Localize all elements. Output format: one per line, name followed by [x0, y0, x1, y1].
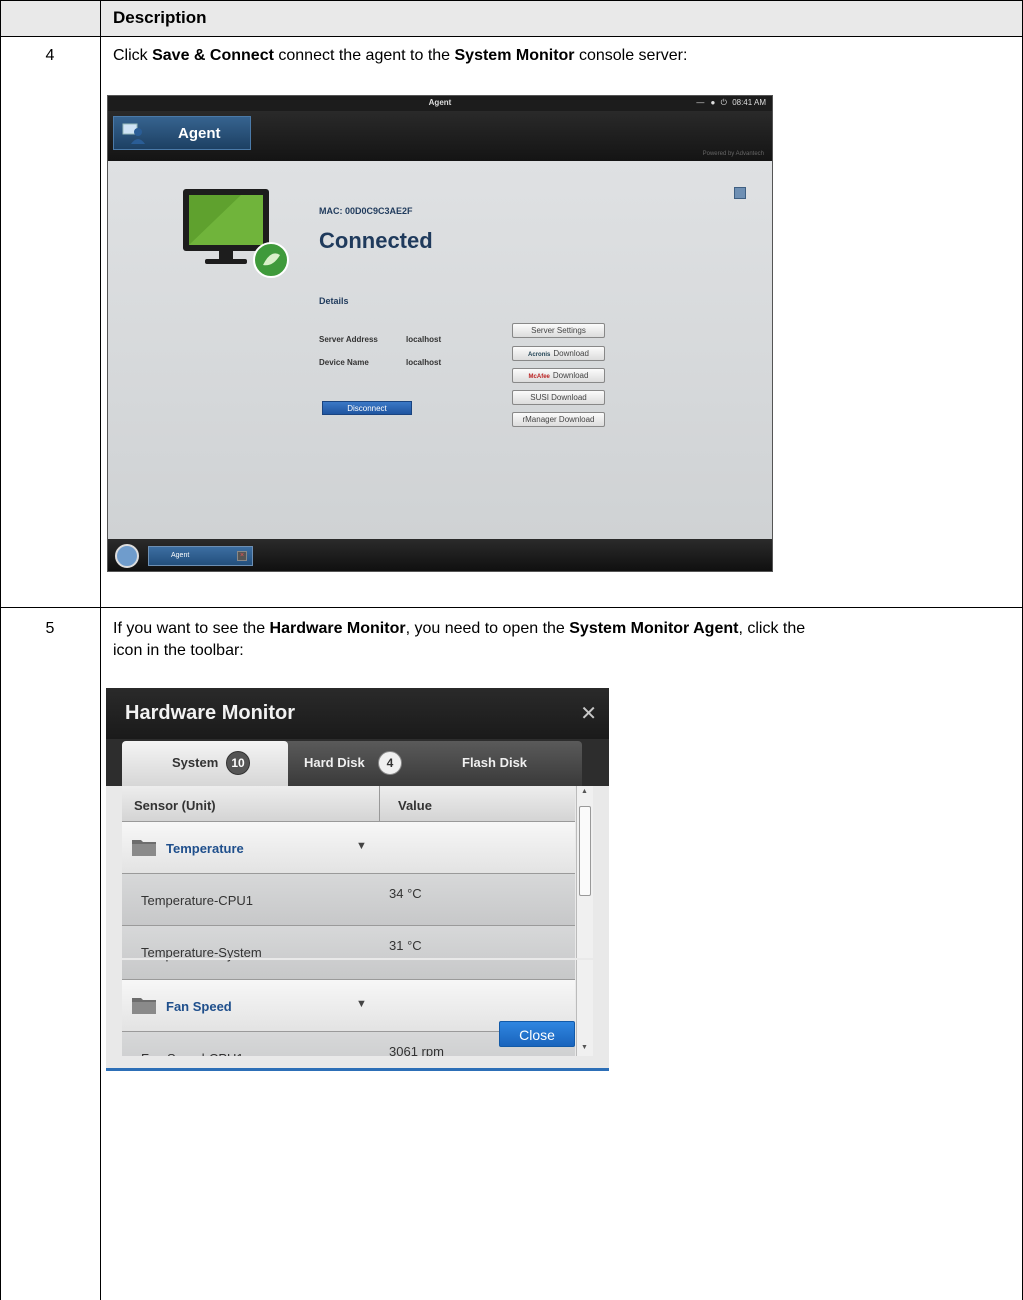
power-icon[interactable]: ⏻: [721, 98, 727, 107]
details-heading: Details: [319, 296, 349, 306]
step-5-instruction: If you want to see the Hardware Monitor,…: [113, 618, 1013, 662]
acronis-download-label: Download: [553, 349, 589, 358]
scroll-up-icon[interactable]: ▲: [581, 788, 588, 795]
tab-label: System: [172, 755, 219, 770]
minimize-icon[interactable]: —: [696, 98, 704, 107]
sensor-table-continued: Temperature-System31 °CFan Speed▼Fan Spe…: [122, 960, 575, 1066]
step-number-5: 5: [45, 620, 55, 637]
acronis-download-button[interactable]: Acronis Download: [512, 346, 605, 361]
sensor-name: Temperature-CPU1: [141, 893, 253, 908]
sensor-table: Sensor (Unit) Value Temperature ▼ Temperat…: [122, 786, 575, 958]
sensor-value: 31 °C: [389, 938, 422, 953]
mcafee-download-button[interactable]: McAfee Download: [512, 368, 605, 383]
device-name-value: localhost: [406, 358, 442, 367]
table-border-top: [0, 0, 1023, 1]
chevron-down-icon[interactable]: ▼: [356, 840, 367, 852]
table-border-left: [0, 0, 1, 1300]
scrollbar-thumb[interactable]: [579, 806, 591, 896]
folder-icon: [132, 840, 156, 856]
step-4-emphasis: System Monitor: [454, 47, 575, 64]
agent-logo-icon: [122, 123, 145, 144]
sensor-row: Temperature-System31 °C: [122, 960, 575, 980]
powered-by-text: Powered by Advantech: [702, 151, 764, 157]
step-5-text: icon in the toolbar:: [113, 642, 244, 659]
step-5-text: , click the: [738, 620, 806, 637]
sensor-row: Temperature-CPU1 34 °C: [122, 874, 575, 926]
table-column-divider: [100, 0, 101, 1300]
table-row-divider: [0, 607, 1023, 608]
mcafee-download-label: Download: [552, 371, 589, 380]
hardware-monitor-lower: Temperature-System31 °CFan Speed▼Fan Spe…: [106, 960, 609, 1070]
server-address-label: Server Address: [319, 335, 378, 344]
tab-count-badge: 10: [226, 751, 250, 775]
step-4-instruction: Click Save & Connect connect the agent t…: [113, 45, 687, 67]
step-5-emphasis: System Monitor Agent: [569, 620, 739, 637]
close-button[interactable]: Close: [499, 1021, 575, 1047]
taskbar-item-label: Agent: [171, 552, 190, 559]
folder-icon: [132, 998, 156, 1014]
sensor-table-header: Sensor (Unit) Value: [122, 786, 575, 822]
expand-icon[interactable]: [734, 187, 746, 199]
close-icon[interactable]: ✕: [580, 701, 597, 726]
mcafee-logo: McAfee: [528, 374, 550, 380]
hardware-monitor-bottom-edge: [106, 1068, 609, 1071]
device-name-label: Device Name: [319, 358, 369, 367]
server-settings-button[interactable]: Server Settings: [512, 323, 605, 338]
rmanager-download-button[interactable]: rManager Download: [512, 412, 605, 427]
agent-content: MAC: 00D0C9C3AE2F Connected Details Serv…: [108, 161, 772, 539]
connected-monitor-icon: [183, 189, 289, 278]
chat-icon[interactable]: ●: [711, 98, 716, 107]
agent-header: Agent Powered by Advantech: [108, 111, 772, 161]
chevron-down-icon[interactable]: ▼: [356, 998, 367, 1010]
step-4-emphasis: Save & Connect: [152, 47, 274, 64]
scroll-down-icon[interactable]: ▼: [581, 1044, 588, 1051]
close-icon[interactable]: ×: [237, 551, 247, 561]
agent-app-tab: Agent: [113, 116, 251, 150]
mac-address: MAC: 00D0C9C3AE2F: [319, 206, 413, 216]
sensor-row: Temperature-System 31 °C: [122, 926, 575, 958]
agent-window-title: Agent: [428, 98, 452, 107]
hardware-monitor-title-bar: Hardware Monitor ✕: [106, 688, 609, 739]
disconnect-button[interactable]: Disconnect: [322, 401, 412, 415]
susi-download-button[interactable]: SUSI Download: [512, 390, 605, 405]
step-number-4: 4: [45, 47, 55, 64]
step-4-text: console server:: [574, 47, 688, 64]
hardware-monitor-tabs: Hard Disk 4 Flash Disk System 10: [106, 739, 609, 786]
connection-status: Connected: [319, 228, 433, 253]
tab-label: Hard Disk: [304, 755, 365, 770]
tab-label: Flash Disk: [462, 755, 528, 770]
column-header-value[interactable]: Value: [398, 798, 432, 813]
server-address-value: localhost: [406, 335, 442, 344]
hardware-monitor-title: Hardware Monitor: [125, 702, 296, 724]
sensor-value: 34 °C: [389, 886, 422, 901]
tab-system[interactable]: System 10: [122, 741, 288, 786]
tab-flash-disk[interactable]: Flash Disk: [402, 741, 582, 786]
sensor-scrollbar-lower[interactable]: ▼: [576, 960, 593, 1056]
column-divider: [379, 786, 380, 822]
system-clock: — ● ⏻ 08:41 AM: [696, 98, 766, 108]
table-header-divider: [0, 36, 1023, 37]
home-icon[interactable]: [115, 544, 139, 568]
step-5-emphasis: Hardware Monitor: [269, 620, 406, 637]
sensor-group-row[interactable]: Temperature ▼: [122, 822, 575, 874]
sensor-group-name: Temperature: [166, 841, 244, 856]
taskbar-item-agent[interactable]: Agent ×: [148, 546, 253, 566]
agent-title-bar: Agent — ● ⏻ 08:41 AM: [108, 96, 772, 111]
agent-app-name: Agent: [178, 125, 221, 142]
agent-window-screenshot: Agent — ● ⏻ 08:41 AM Agent Powered by Ad…: [107, 95, 773, 572]
sensor-name: Temperature-System: [141, 960, 262, 962]
step-5-text: If you want to see the: [113, 620, 270, 637]
step-4-text: connect the agent to the: [273, 47, 455, 64]
sensor-scrollbar[interactable]: ▲: [576, 786, 593, 958]
tab-count-badge: 4: [378, 751, 402, 775]
step-4-text: Click: [113, 47, 153, 64]
step-5-text: , you need to open the: [405, 620, 570, 637]
table-header-description: Description: [113, 8, 207, 27]
sensor-name: Temperature-System: [141, 945, 262, 958]
acronis-logo: Acronis: [528, 352, 551, 358]
clock-time: 08:41 AM: [732, 98, 766, 107]
agent-taskbar: Agent ×: [108, 539, 772, 571]
sensor-group-name: Fan Speed: [166, 999, 232, 1014]
column-header-sensor[interactable]: Sensor (Unit): [134, 798, 216, 813]
